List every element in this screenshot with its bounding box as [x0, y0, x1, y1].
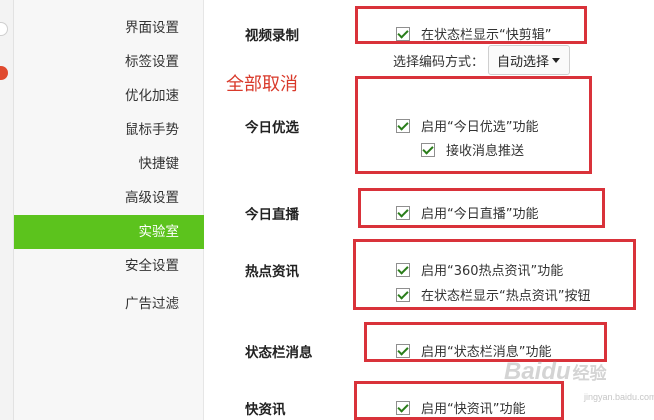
- window-edge-strip: [0, 0, 14, 420]
- encode-mode-select[interactable]: 自动选择: [488, 45, 570, 75]
- watermark-url: jingyan.baidu.com: [584, 392, 654, 402]
- section-title-quick-news: 快资讯: [245, 402, 286, 418]
- section-title-hot-news: 热点资讯: [245, 264, 299, 280]
- sidebar-item-optimize[interactable]: 优化加速: [14, 79, 204, 113]
- sidebar-item-tabs[interactable]: 标签设置: [14, 45, 204, 79]
- sidebar-item-shortcuts[interactable]: 快捷键: [14, 147, 204, 181]
- encode-mode-label: 选择编码方式：: [393, 55, 485, 70]
- highlight-box-status-msg: [364, 322, 607, 362]
- section-title-status-msg: 状态栏消息: [245, 345, 313, 361]
- cancel-all-annotation: 全部取消: [226, 74, 298, 95]
- highlight-box-hot-news: [353, 239, 636, 310]
- baidu-watermark: Baidu 经验: [504, 358, 607, 385]
- highlight-box-quick-news: [354, 381, 564, 420]
- section-title-today-live: 今日直播: [245, 207, 299, 223]
- highlight-box-today-live: [358, 188, 605, 228]
- sidebar-item-ad-filter[interactable]: 广告过滤: [14, 287, 204, 321]
- sidebar-item-advanced[interactable]: 高级设置: [14, 181, 204, 215]
- highlight-box-today-pick: [355, 76, 592, 174]
- dropdown-arrow-icon: [552, 58, 560, 63]
- sidebar-item-interface[interactable]: 界面设置: [14, 11, 204, 45]
- edge-tab-icon[interactable]: [0, 22, 8, 36]
- edge-app-icon[interactable]: [0, 66, 8, 80]
- settings-sidebar: 界面设置 标签设置 优化加速 鼠标手势 快捷键 高级设置 实验室 安全设置 广告…: [14, 0, 204, 420]
- sidebar-item-security[interactable]: 安全设置: [14, 249, 204, 283]
- highlight-box-video-record: [355, 6, 587, 44]
- section-title-today-pick: 今日优选: [245, 120, 299, 136]
- sidebar-item-mouse-gestures[interactable]: 鼠标手势: [14, 113, 204, 147]
- section-title-video-record: 视频录制: [245, 28, 299, 44]
- lab-settings-panel: 视频录制 在状态栏显示“快剪辑” 选择编码方式： 自动选择 全部取消 今日优选 …: [205, 0, 654, 420]
- sidebar-item-lab[interactable]: 实验室: [14, 215, 204, 249]
